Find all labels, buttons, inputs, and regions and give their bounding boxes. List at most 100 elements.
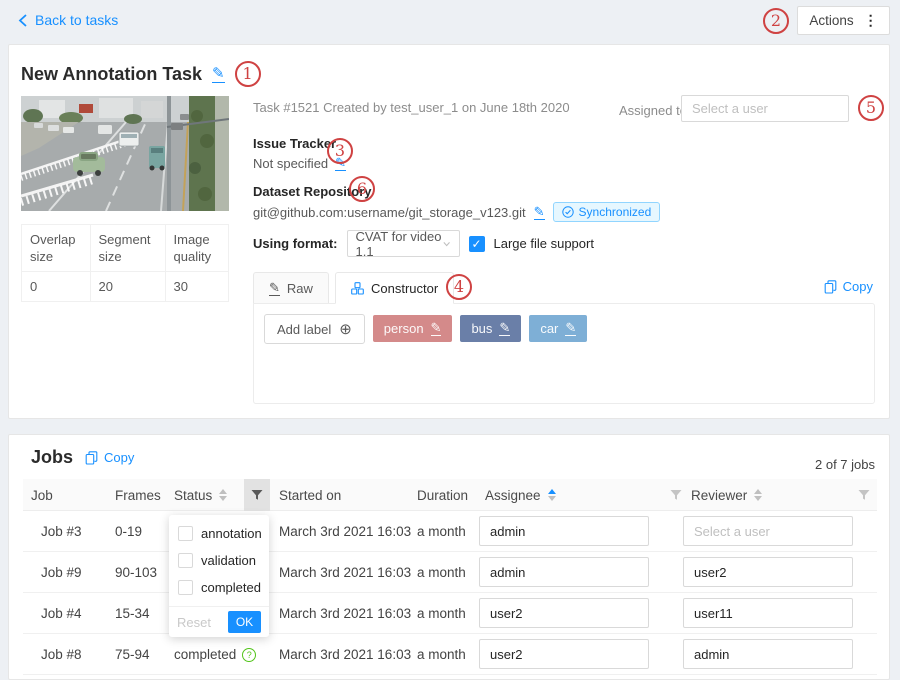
edit-repository-icon[interactable]: ✎ xyxy=(534,205,545,220)
format-select[interactable]: CVAT for video 1.1 xyxy=(347,230,460,257)
filter-ok-button[interactable]: OK xyxy=(228,611,261,633)
filter-option-annotation[interactable]: annotation xyxy=(169,520,269,547)
checkbox-validation[interactable] xyxy=(178,553,193,568)
copy-icon xyxy=(85,451,98,465)
jobs-count: 2 of 7 jobs xyxy=(815,457,875,472)
status-filter-dropdown: annotation validation completed Reset OK xyxy=(169,515,269,637)
status-filter-icon[interactable] xyxy=(244,479,270,511)
status-completed-label: completed xyxy=(174,647,236,662)
reviewer-input[interactable] xyxy=(683,598,853,628)
frames-cell: 0-19 xyxy=(115,511,142,552)
add-label-button[interactable]: Add label ⊕ xyxy=(264,314,365,344)
col-started: Started on xyxy=(279,479,341,511)
plus-circle-icon: ⊕ xyxy=(339,322,352,337)
assignee-input[interactable] xyxy=(479,639,649,669)
large-file-checkbox[interactable]: ✓ xyxy=(469,236,485,252)
assignee-input[interactable] xyxy=(479,516,649,546)
format-select-value: CVAT for video 1.1 xyxy=(356,229,444,259)
filter-reset-button[interactable]: Reset xyxy=(177,615,211,630)
col-assignee-label: Assignee xyxy=(485,488,541,503)
task-parameters-table: Overlap size Segment size Image quality … xyxy=(21,224,229,302)
back-to-tasks-link[interactable]: Back to tasks xyxy=(18,12,118,28)
copy-jobs-label: Copy xyxy=(104,450,134,465)
param-header-segment: Segment size xyxy=(90,225,165,272)
sync-badge-label: Synchronized xyxy=(579,205,652,219)
task-title: New Annotation Task xyxy=(21,64,202,85)
param-header-overlap: Overlap size xyxy=(22,225,91,272)
col-status[interactable]: Status xyxy=(174,479,227,511)
cvat-task-page: Back to tasks 2 Actions ⋮ New Annotation… xyxy=(0,0,900,669)
issue-tracker-value: Not specified xyxy=(253,156,328,171)
constructor-tab-label: Constructor xyxy=(371,281,438,296)
copy-labels-button[interactable]: Copy xyxy=(824,279,873,294)
assignee-sorter-icon[interactable] xyxy=(548,489,556,501)
col-job: Job xyxy=(31,479,53,511)
annotation-circle-5: 5 xyxy=(858,95,884,121)
started-cell: March 3rd 2021 16:03 xyxy=(279,593,411,634)
job-link[interactable]: Job #4 xyxy=(41,593,82,634)
duration-cell: a month xyxy=(417,593,466,634)
param-value-overlap: 0 xyxy=(22,272,91,302)
col-assignee[interactable]: Assignee xyxy=(485,479,556,511)
annotation-circle-3: 3 xyxy=(327,138,353,164)
annotation-circle-1: 1 xyxy=(235,61,261,87)
job-row-9: Job #9 90-103 March 3rd 2021 16:03 a mon… xyxy=(23,552,877,593)
reviewer-input[interactable] xyxy=(683,516,853,546)
filter-option-validation[interactable]: validation xyxy=(169,547,269,574)
back-label: Back to tasks xyxy=(35,12,118,28)
annotation-circle-6: 6 xyxy=(349,176,375,202)
reviewer-input[interactable] xyxy=(683,557,853,587)
label-tag-bus-name: bus xyxy=(471,321,492,336)
assignee-input[interactable] xyxy=(479,598,649,628)
large-file-label: Large file support xyxy=(494,236,594,251)
col-frames: Frames xyxy=(115,479,161,511)
edit-label-person-icon[interactable]: ✎ xyxy=(431,321,442,336)
filter-option-completed[interactable]: completed xyxy=(169,574,269,601)
tab-raw[interactable]: ✎ Raw xyxy=(253,272,329,304)
copy-icon xyxy=(824,280,837,294)
assignee-input[interactable] xyxy=(479,557,649,587)
param-header-quality: Image quality xyxy=(165,225,228,272)
checkbox-annotation[interactable] xyxy=(178,526,193,541)
col-reviewer[interactable]: Reviewer xyxy=(691,479,762,511)
status-sorter-icon[interactable] xyxy=(219,489,227,501)
label-tag-person[interactable]: person ✎ xyxy=(373,315,453,342)
actions-label: Actions xyxy=(809,13,853,28)
label-tag-bus[interactable]: bus ✎ xyxy=(460,315,521,342)
edit-title-icon[interactable]: ✎ xyxy=(212,66,225,83)
reviewer-filter-icon[interactable] xyxy=(851,479,877,511)
task-details-card: New Annotation Task ✎ 1 xyxy=(8,44,890,419)
copy-labels-label: Copy xyxy=(843,279,873,294)
add-label-text: Add label xyxy=(277,322,331,337)
job-link[interactable]: Job #9 xyxy=(41,552,82,593)
filter-option-validation-label: validation xyxy=(201,553,256,568)
label-tag-car[interactable]: car ✎ xyxy=(529,315,587,342)
raw-tab-label: Raw xyxy=(287,281,313,296)
filter-option-annotation-label: annotation xyxy=(201,526,262,541)
jobs-table-header: Job Frames Status Started on Duration As… xyxy=(23,479,877,511)
actions-button[interactable]: Actions ⋮ xyxy=(797,6,890,35)
copy-jobs-button[interactable]: Copy xyxy=(85,450,134,465)
assignee-filter-icon[interactable] xyxy=(663,479,689,511)
checkbox-completed[interactable] xyxy=(178,580,193,595)
chevron-down-icon xyxy=(443,241,450,247)
duration-cell: a month xyxy=(417,552,466,593)
reviewer-input[interactable] xyxy=(683,639,853,669)
edit-label-bus-icon[interactable]: ✎ xyxy=(499,321,510,336)
reviewer-sorter-icon[interactable] xyxy=(754,489,762,501)
param-value-quality: 30 xyxy=(165,272,228,302)
job-row-3: Job #3 0-19 March 3rd 2021 16:03 a month xyxy=(23,511,877,552)
filter-option-completed-label: completed xyxy=(201,580,261,595)
frames-cell: 15-34 xyxy=(115,593,150,634)
edit-label-car-icon[interactable]: ✎ xyxy=(565,321,576,336)
question-circle-icon: ? xyxy=(242,648,256,662)
using-format-label: Using format: xyxy=(253,236,338,251)
check-circle-icon xyxy=(562,206,574,218)
assignee-select-input[interactable] xyxy=(681,95,849,122)
job-link[interactable]: Job #3 xyxy=(41,511,82,552)
started-cell: March 3rd 2021 16:03 xyxy=(279,552,411,593)
repository-url: git@github.com:username/git_storage_v123… xyxy=(253,205,526,220)
tab-constructor[interactable]: Constructor xyxy=(335,272,454,304)
traffic-scene-illustration xyxy=(21,96,229,211)
label-constructor-panel: Add label ⊕ person ✎ bus ✎ car ✎ xyxy=(253,303,875,404)
